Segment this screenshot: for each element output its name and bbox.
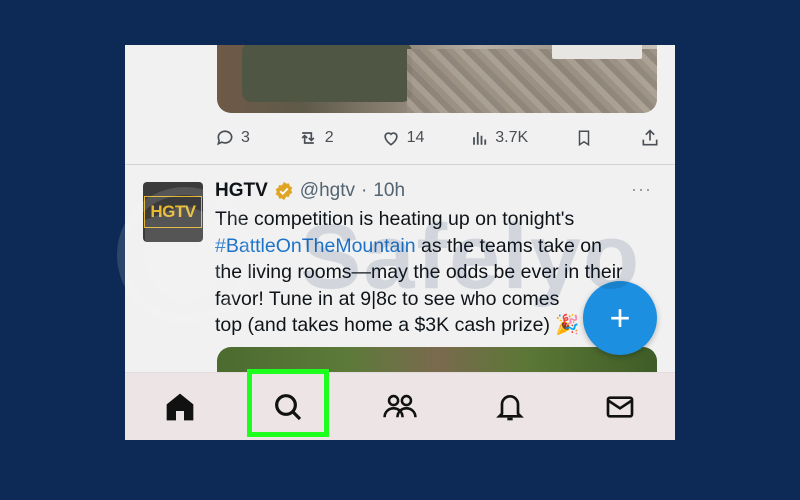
views-count: 3.7K [495,129,529,146]
views-chart-icon [473,132,487,145]
notifications-icon [496,395,524,421]
nav-home[interactable] [140,373,220,440]
share-icon [642,129,658,146]
repost-icon [301,132,315,144]
compose-button[interactable]: + [583,281,657,355]
more-options-icon[interactable]: ··· [631,179,652,200]
verified-badge-icon [275,181,293,201]
header-separator: · [360,180,368,201]
search-highlight-box [247,369,329,437]
hgtv-logo: HGTV [144,196,202,228]
media-table-shape [552,45,642,59]
tweet-divider [125,164,675,165]
share-button[interactable] [640,128,660,148]
like-button[interactable]: 14 [381,128,425,148]
tweet-text-line: #BattleOnTheMountain as the teams take o… [215,233,665,260]
nav-communities[interactable] [360,373,440,440]
home-icon [166,393,194,421]
reply-icon [217,130,233,146]
communities-icon [383,394,417,418]
tweet-header: HGTV @hgtv · 10h [215,179,405,203]
previous-tweet-media-image[interactable] [217,45,657,113]
reply-button[interactable]: 3 [215,128,250,148]
bottom-navigation [125,372,675,440]
bookmark-icon [578,130,590,147]
tweet-text-line: The competition is heating up on tonight… [215,208,575,230]
repost-button[interactable]: 2 [297,128,334,148]
tweet-text-line: the living rooms—may the odds be ever in… [215,261,623,283]
hashtag-link[interactable]: #BattleOnTheMountain [215,235,416,257]
reply-count: 3 [241,129,250,146]
author-handle[interactable]: @hgtv [300,180,355,202]
previous-tweet-actions: 3 2 14 3.7K [215,125,660,151]
tweet-time[interactable]: 10h [373,180,405,202]
heart-icon [383,132,398,146]
nav-notifications[interactable] [470,373,550,440]
hgtv-avatar[interactable]: HGTV [143,182,203,242]
media-chair-shape [242,45,412,102]
tweet-text-segment: as the teams take on [420,234,602,257]
messages-icon [606,396,634,418]
like-count: 14 [406,129,425,146]
twitter-app-screen: 3 2 14 3.7K HGTV HGTV @hgtv · 10h ··· Th… [125,45,675,440]
author-name[interactable]: HGTV [215,180,268,202]
views-button[interactable]: 3.7K [471,128,528,148]
nav-messages[interactable] [580,373,660,440]
bookmark-button[interactable] [575,128,593,148]
repost-count: 2 [324,129,334,146]
